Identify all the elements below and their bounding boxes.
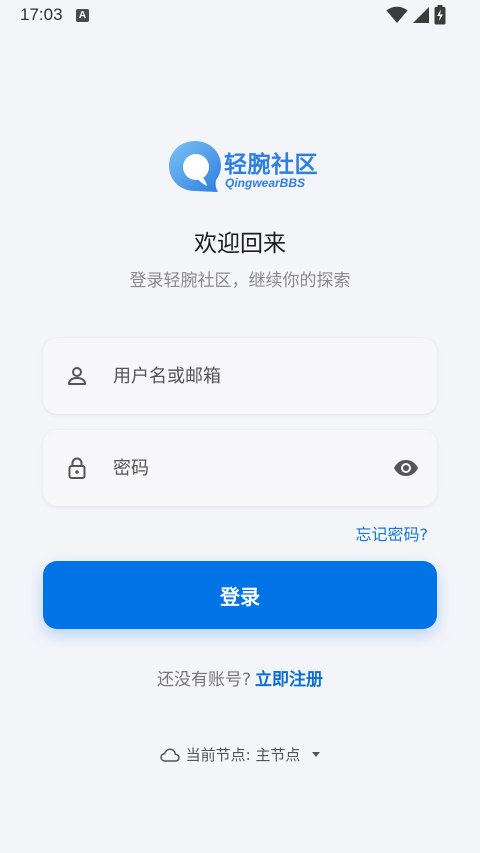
notification-badge-icon: A [76,9,89,22]
forgot-password-link[interactable]: 忘记密码? [356,521,429,545]
battery-charging-icon [434,5,446,25]
brand-logo: 轻腕社区 QingwearBBS [168,139,318,197]
cellular-signal-icon [413,7,429,23]
brand-name: 轻腕社区 [224,152,318,178]
page-subtitle: 登录轻腕社区，继续你的探索 [129,271,351,291]
username-field[interactable] [43,338,437,414]
status-bar: 17:03 A [0,0,480,30]
username-input[interactable] [113,338,373,414]
eye-icon[interactable] [393,456,419,480]
register-link[interactable]: 立即注册 [255,670,323,690]
lock-icon [68,457,86,479]
page-title: 欢迎回来 [194,231,286,257]
caret-down-icon [312,752,321,757]
status-time: 17:03 [20,5,63,24]
password-field[interactable] [43,430,437,506]
register-prompt-line: 还没有账号? 立即注册 [0,665,480,690]
password-input[interactable] [113,430,373,506]
cloud-icon [159,748,180,762]
register-prompt: 还没有账号? [156,670,252,690]
brand-subname: QingwearBBS [225,176,306,190]
login-button[interactable]: 登录 [43,561,437,629]
logo-bubble-icon [169,141,221,192]
wifi-icon [386,6,408,23]
status-icons [386,5,446,25]
server-node-label: 当前节点: 主节点 [185,746,301,764]
server-node-selector[interactable]: 当前节点: 主节点 [0,744,480,765]
person-icon [68,367,86,385]
